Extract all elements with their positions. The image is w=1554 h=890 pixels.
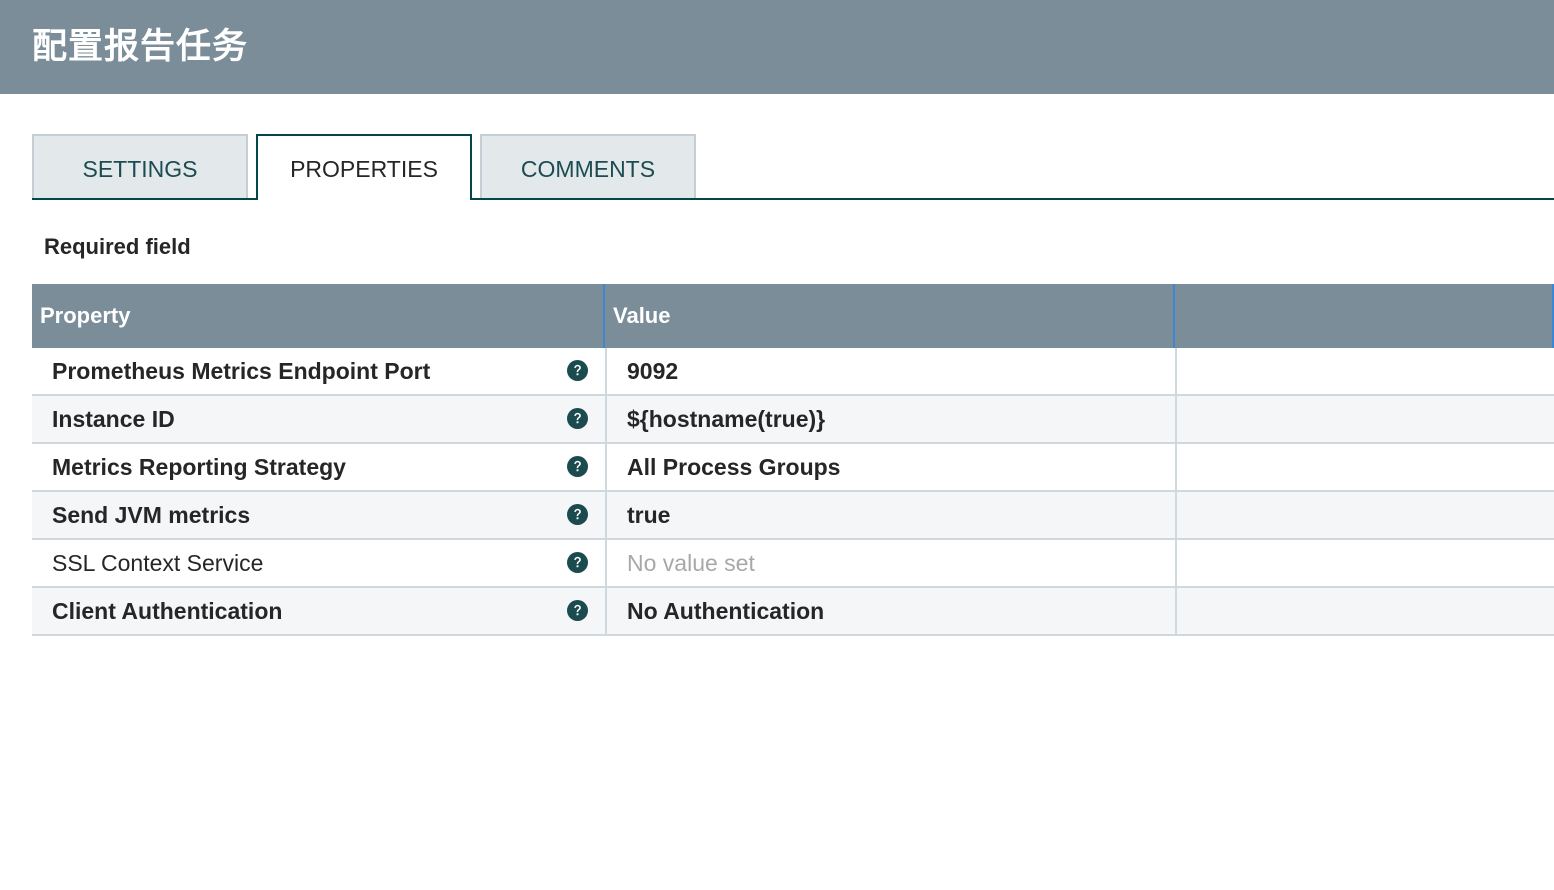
property-name: Metrics Reporting Strategy bbox=[52, 454, 346, 480]
actions-cell bbox=[1175, 348, 1554, 394]
question-circle-icon[interactable] bbox=[567, 552, 588, 573]
table-row[interactable]: Instance ID ${hostname(true)} bbox=[32, 396, 1554, 444]
property-value: ${hostname(true)} bbox=[627, 406, 826, 432]
value-cell[interactable]: No Authentication bbox=[605, 588, 1175, 634]
question-circle-icon[interactable] bbox=[567, 504, 588, 525]
table-row[interactable]: Send JVM metrics true bbox=[32, 492, 1554, 540]
dialog-title: 配置报告任务 bbox=[32, 27, 249, 67]
table-row[interactable]: SSL Context Service No value set bbox=[32, 540, 1554, 588]
question-circle-icon[interactable] bbox=[567, 456, 588, 477]
actions-cell bbox=[1175, 444, 1554, 490]
actions-cell bbox=[1175, 540, 1554, 586]
tab-comments[interactable]: COMMENTS bbox=[480, 134, 696, 198]
table-row[interactable]: Client Authentication No Authentication bbox=[32, 588, 1554, 636]
table-body: Prometheus Metrics Endpoint Port 9092 Inst… bbox=[32, 348, 1554, 636]
column-header-property[interactable]: Property bbox=[32, 284, 603, 348]
question-circle-icon[interactable] bbox=[567, 600, 588, 621]
table-row[interactable]: Metrics Reporting Strategy All Process Gr… bbox=[32, 444, 1554, 492]
value-cell[interactable]: true bbox=[605, 492, 1175, 538]
property-cell: Metrics Reporting Strategy bbox=[32, 444, 605, 490]
value-cell[interactable]: No value set bbox=[605, 540, 1175, 586]
property-cell: SSL Context Service bbox=[32, 540, 605, 586]
property-value: All Process Groups bbox=[627, 454, 841, 480]
property-name: Send JVM metrics bbox=[52, 502, 251, 528]
tab-bar: SETTINGS PROPERTIES COMMENTS bbox=[32, 134, 1554, 200]
actions-cell bbox=[1175, 588, 1554, 634]
table-row[interactable]: Prometheus Metrics Endpoint Port 9092 bbox=[32, 348, 1554, 396]
column-header-actions bbox=[1173, 284, 1554, 348]
property-name: Prometheus Metrics Endpoint Port bbox=[52, 358, 431, 384]
column-header-value[interactable]: Value bbox=[603, 284, 1173, 348]
property-name: Instance ID bbox=[52, 406, 175, 432]
value-cell[interactable]: All Process Groups bbox=[605, 444, 1175, 490]
property-value: 9092 bbox=[627, 358, 679, 384]
property-cell: Client Authentication bbox=[32, 588, 605, 634]
required-field-legend: Required field bbox=[44, 234, 191, 259]
question-circle-icon[interactable] bbox=[567, 408, 588, 429]
property-cell: Send JVM metrics bbox=[32, 492, 605, 538]
property-cell: Prometheus Metrics Endpoint Port bbox=[32, 348, 605, 394]
dialog-header: 配置报告任务 bbox=[0, 0, 1554, 94]
actions-cell bbox=[1175, 396, 1554, 442]
tab-settings[interactable]: SETTINGS bbox=[32, 134, 248, 198]
properties-table: Property Value Prometheus Metrics Endpoi… bbox=[32, 284, 1554, 636]
property-value: No Authentication bbox=[627, 598, 825, 624]
property-name: SSL Context Service bbox=[52, 550, 264, 576]
property-name: Client Authentication bbox=[52, 598, 283, 624]
value-cell[interactable]: 9092 bbox=[605, 348, 1175, 394]
table-header: Property Value bbox=[32, 284, 1554, 348]
property-cell: Instance ID bbox=[32, 396, 605, 442]
question-circle-icon[interactable] bbox=[567, 360, 588, 381]
property-value: true bbox=[627, 502, 671, 528]
property-value: No value set bbox=[627, 550, 755, 576]
value-cell[interactable]: ${hostname(true)} bbox=[605, 396, 1175, 442]
actions-cell bbox=[1175, 492, 1554, 538]
tab-properties[interactable]: PROPERTIES bbox=[256, 134, 472, 200]
